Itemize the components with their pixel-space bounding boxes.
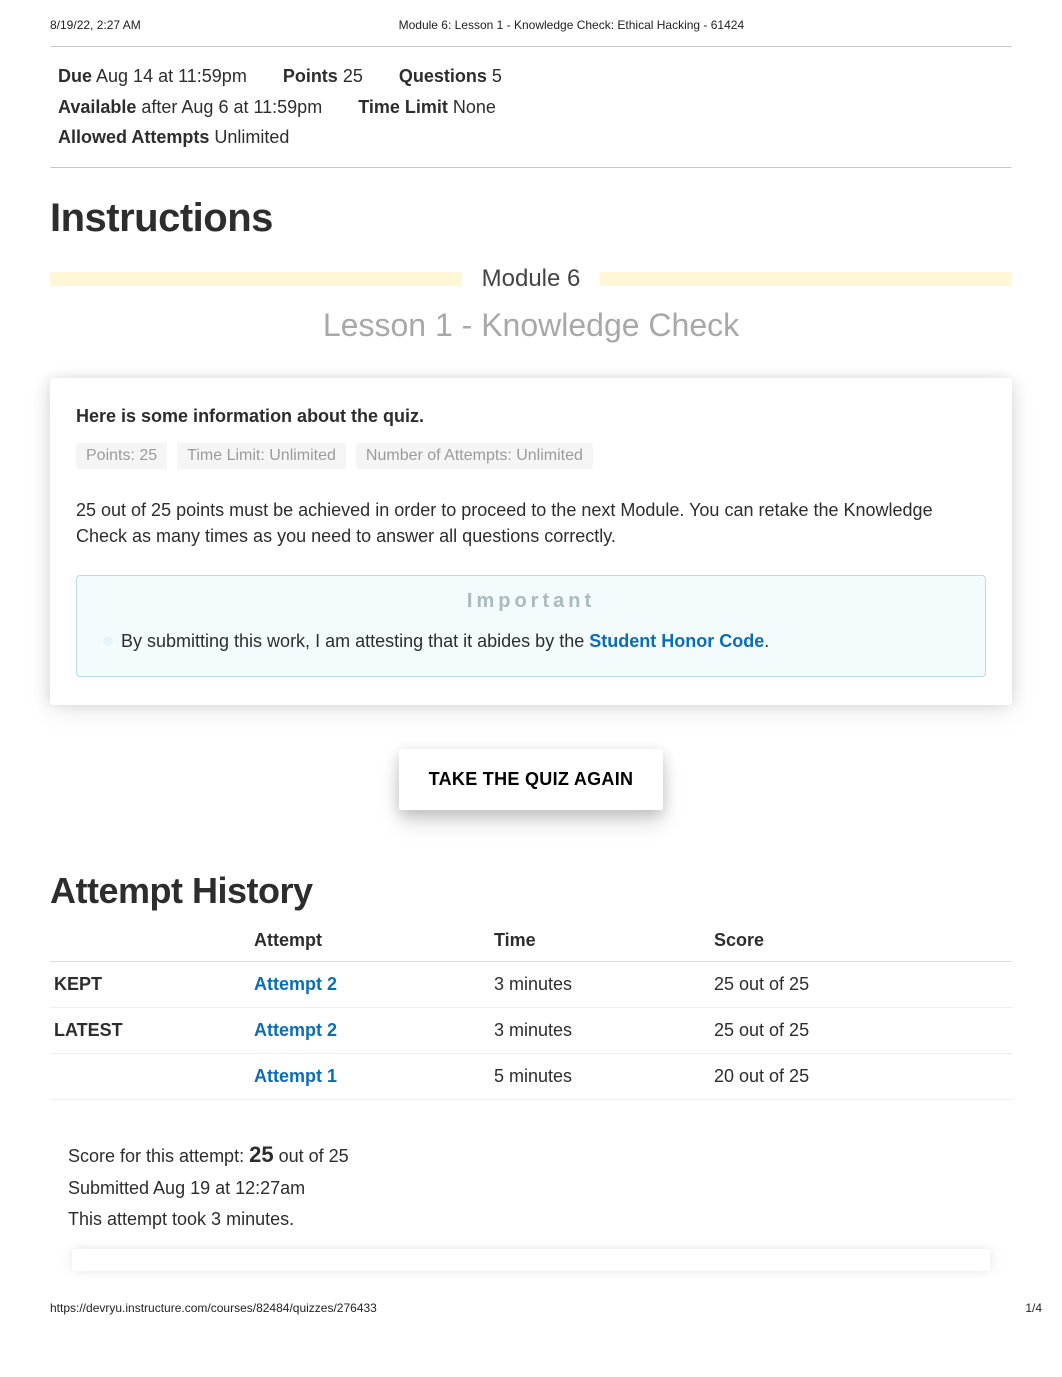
take-quiz-again-button[interactable]: TAKE THE QUIZ AGAIN [399, 749, 664, 810]
meta-points: Points 25 [283, 61, 363, 92]
meta-questions-label: Questions [399, 66, 487, 86]
attempt-link[interactable]: Attempt 2 [254, 974, 337, 994]
important-box: Important By submitting this work, I am … [76, 575, 986, 677]
score-line3: This attempt took 3 minutes. [68, 1204, 1012, 1235]
question-card-top [72, 1249, 990, 1271]
meta-available: Available after Aug 6 at 11:59pm [58, 92, 322, 123]
table-row: KEPT Attempt 2 3 minutes 25 out of 25 [50, 961, 1012, 1007]
meta-timelimit: Time Limit None [358, 92, 496, 123]
meta-timelimit-value: None [453, 97, 496, 117]
table-row: LATEST Attempt 2 3 minutes 25 out of 25 [50, 1007, 1012, 1053]
score-line1-post: out of 25 [274, 1146, 349, 1166]
meta-questions: Questions 5 [399, 61, 502, 92]
attempt-link[interactable]: Attempt 2 [254, 1020, 337, 1040]
info-pills: Points: 25 Time Limit: Unlimited Number … [76, 443, 986, 469]
honor-code-link[interactable]: Student Honor Code [589, 631, 764, 651]
col-blank [50, 922, 250, 962]
info-intro: Here is some information about the quiz. [76, 406, 986, 427]
module-row: Module 6 [50, 265, 1012, 293]
row-badge: KEPT [50, 961, 250, 1007]
score-line1-big: 25 [249, 1142, 273, 1167]
row-score: 20 out of 25 [710, 1053, 1012, 1099]
meta-due-label: Due [58, 66, 92, 86]
col-score: Score [710, 922, 1012, 962]
attempt-history-heading: Attempt History [50, 870, 1012, 912]
bullet-icon [103, 636, 113, 646]
meta-attempts: Allowed Attempts Unlimited [58, 122, 289, 153]
meta-attempts-label: Allowed Attempts [58, 127, 209, 147]
decor-bar-right [600, 272, 1012, 286]
quiz-meta: Due Aug 14 at 11:59pm Points 25 Question… [50, 46, 1012, 168]
instructions-heading: Instructions [50, 196, 1012, 241]
score-line1-pre: Score for this attempt: [68, 1146, 249, 1166]
print-footer: https://devryu.instructure.com/courses/8… [0, 1271, 1062, 1331]
meta-due: Due Aug 14 at 11:59pm [58, 61, 247, 92]
info-pill: Points: 25 [76, 443, 167, 469]
meta-questions-value: 5 [492, 66, 502, 86]
score-line2: Submitted Aug 19 at 12:27am [68, 1173, 1012, 1204]
row-time: 5 minutes [490, 1053, 710, 1099]
row-time: 3 minutes [490, 1007, 710, 1053]
attempt-history-table: Attempt Time Score KEPT Attempt 2 3 minu… [50, 922, 1012, 1100]
print-title: Module 6: Lesson 1 - Knowledge Check: Et… [141, 18, 1002, 32]
important-title: Important [103, 590, 959, 613]
row-score: 25 out of 25 [710, 1007, 1012, 1053]
score-summary: Score for this attempt: 25 out of 25 Sub… [50, 1136, 1012, 1235]
row-score: 25 out of 25 [710, 961, 1012, 1007]
lesson-title: Lesson 1 - Knowledge Check [50, 307, 1012, 344]
print-page: 1/4 [1025, 1301, 1042, 1315]
col-time: Time [490, 922, 710, 962]
meta-points-label: Points [283, 66, 338, 86]
row-badge [50, 1053, 250, 1099]
meta-available-label: Available [58, 97, 136, 117]
meta-timelimit-label: Time Limit [358, 97, 448, 117]
info-paragraph: 25 out of 25 points must be achieved in … [76, 497, 986, 549]
print-datetime: 8/19/22, 2:27 AM [50, 18, 141, 32]
attempt-link[interactable]: Attempt 1 [254, 1066, 337, 1086]
print-url: https://devryu.instructure.com/courses/8… [50, 1301, 377, 1315]
important-post: . [764, 631, 769, 651]
row-badge: LATEST [50, 1007, 250, 1053]
row-time: 3 minutes [490, 961, 710, 1007]
info-pill: Time Limit: Unlimited [177, 443, 346, 469]
table-row: Attempt 1 5 minutes 20 out of 25 [50, 1053, 1012, 1099]
decor-bar-left [50, 272, 462, 286]
col-attempt: Attempt [250, 922, 490, 962]
meta-attempts-value: Unlimited [214, 127, 289, 147]
info-card: Here is some information about the quiz.… [50, 378, 1012, 705]
meta-available-value: after Aug 6 at 11:59pm [141, 97, 322, 117]
print-header: 8/19/22, 2:27 AM Module 6: Lesson 1 - Kn… [0, 0, 1062, 38]
info-pill: Number of Attempts: Unlimited [356, 443, 593, 469]
meta-points-value: 25 [343, 66, 363, 86]
important-pre: By submitting this work, I am attesting … [121, 631, 589, 651]
important-text: By submitting this work, I am attesting … [103, 631, 959, 652]
meta-due-value: Aug 14 at 11:59pm [96, 66, 247, 86]
module-label: Module 6 [482, 265, 581, 293]
